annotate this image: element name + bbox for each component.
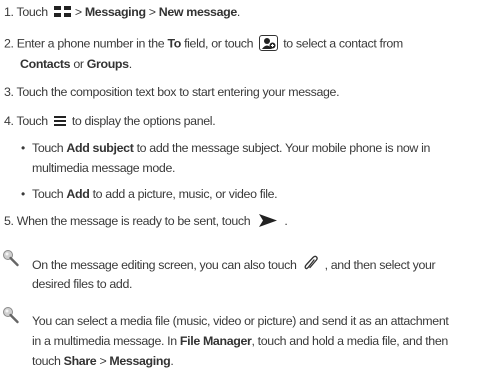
step-2-or: or	[73, 57, 84, 71]
tip-1-text: On the message editing screen, you can a…	[32, 257, 297, 272]
send-icon	[258, 213, 278, 228]
bullet-1-add-subject: Add subject	[66, 141, 134, 155]
tip-1-text-c: desired files to add.	[32, 277, 133, 291]
step-2-to: To	[167, 36, 181, 51]
step-4-text-b: to display the options panel.	[71, 114, 216, 128]
bullet-1-text-b: to add the message subject. Your mobile …	[136, 141, 431, 155]
tip-2-end: .	[170, 354, 174, 368]
bullet-1-line-1: Touch Add subject to add the message sub…	[32, 141, 430, 156]
step-1-messaging: Messaging	[84, 5, 146, 19]
step-1: 1. Touch > Messaging > New message.	[4, 5, 240, 20]
step-5-end: .	[284, 214, 288, 228]
tip-2-share: Share	[63, 354, 97, 368]
add-contact-icon	[259, 35, 279, 51]
step-3-text: 3. Touch the composition text box to sta…	[4, 85, 340, 99]
tip-2-text-b: in a multimedia message. In	[32, 334, 177, 348]
step-1-sep2: >	[148, 5, 156, 19]
step-1-text: 1. Touch	[4, 5, 48, 19]
bullet-1-text-c: multimedia message mode.	[32, 161, 176, 175]
step-1-sep: >	[74, 5, 82, 19]
bullet-1-marker: •	[21, 141, 25, 155]
tip-icon	[2, 306, 21, 324]
tip-2-line-2: in a multimedia message. In File Manager…	[32, 334, 448, 349]
tip-2-text-d: touch	[32, 354, 61, 368]
step-5-text: 5. When the message is ready to be sent,…	[4, 214, 251, 228]
tip-1-line-2: desired files to add.	[32, 277, 132, 292]
tip-2-line-3: touch Share > Messaging.	[32, 354, 174, 369]
step-2-line-2: Contacts or Groups.	[20, 57, 132, 72]
tip-2-text-c: , touch and hold a media file, and then	[251, 334, 448, 348]
tip-2-text: You can select a media file (music, vide…	[32, 314, 449, 328]
step-3: 3. Touch the composition text box to sta…	[4, 85, 340, 100]
tip-2-file-manager: File Manager	[179, 334, 252, 348]
menu-icon	[53, 115, 66, 126]
step-1-new-message: New message	[158, 5, 237, 19]
tip-1-line-1: On the message editing screen, you can a…	[32, 255, 436, 274]
step-2-text-c: to select a contact from	[283, 36, 403, 51]
bullet-1-line-2: multimedia message mode.	[32, 161, 175, 176]
paperclip-icon	[303, 255, 319, 272]
tip-2-sep: >	[99, 354, 107, 368]
tip-1-text-b: , and then select your	[324, 257, 436, 272]
step-2-contacts: Contacts	[20, 57, 71, 71]
step-2-text-b: field, or touch	[184, 36, 254, 51]
bullet-2-text: Touch	[32, 187, 64, 201]
step-2-groups: Groups	[86, 57, 129, 71]
step-2-line-1: 2. Enter a phone number in the To field,…	[4, 35, 403, 52]
tip-2-line-1: You can select a media file (music, vide…	[32, 314, 449, 329]
tip-icon	[2, 249, 21, 267]
bullet-1-text: Touch	[32, 141, 64, 155]
step-1-end: .	[236, 5, 240, 19]
bullet-2-text-b: to add a picture, music, or video file.	[92, 187, 278, 201]
step-5: 5. When the message is ready to be sent,…	[4, 213, 288, 229]
bullet-2-add: Add	[66, 187, 90, 201]
step-2-text: 2. Enter a phone number in the	[4, 36, 165, 51]
apps-grid-icon	[53, 6, 72, 18]
tip-2-messaging: Messaging	[109, 354, 171, 368]
step-4: 4. Touch to display the options panel.	[4, 114, 216, 129]
step-4-text: 4. Touch	[4, 114, 48, 128]
bullet-2-marker: •	[21, 187, 25, 201]
step-2-end: .	[128, 57, 132, 71]
bullet-2: Touch Add to add a picture, music, or vi…	[32, 187, 278, 202]
